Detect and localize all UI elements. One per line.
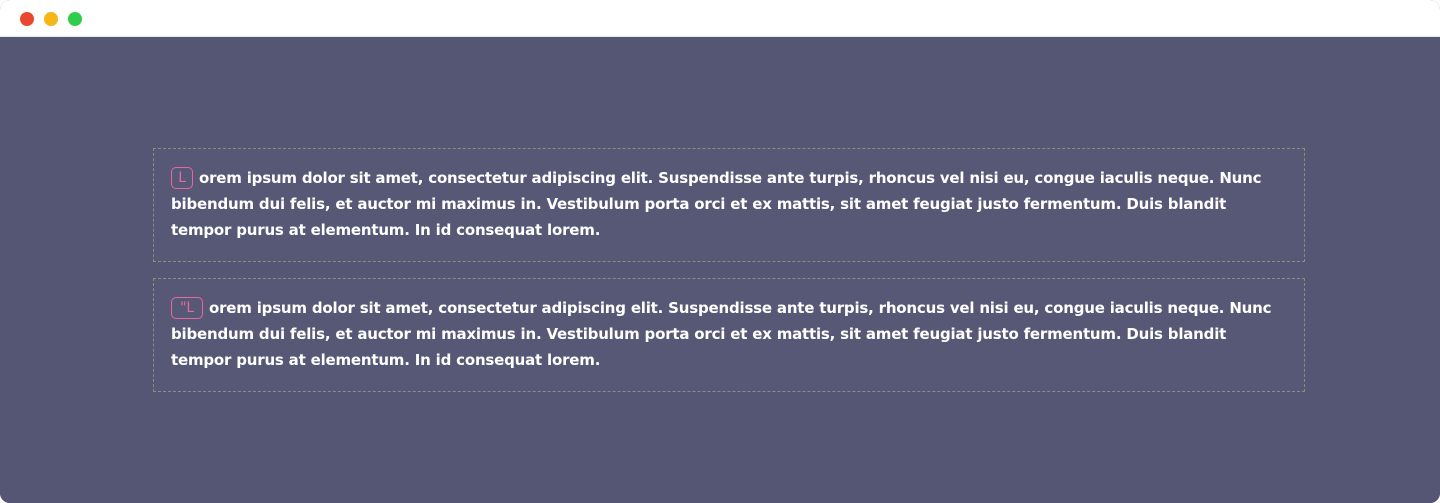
text-box-dropcap: Lorem ipsum dolor sit amet, consectetur … <box>153 148 1305 262</box>
paragraph-text: orem ipsum dolor sit amet, consectetur a… <box>171 169 1262 239</box>
paragraph-text: orem ipsum dolor sit amet, consectetur a… <box>171 299 1272 369</box>
window-titlebar <box>0 0 1440 37</box>
page-content: Lorem ipsum dolor sit amet, consectetur … <box>0 37 1440 503</box>
drop-cap-badge: "L <box>171 297 203 319</box>
zoom-button[interactable] <box>68 12 82 26</box>
paragraph: Lorem ipsum dolor sit amet, consectetur … <box>171 165 1287 243</box>
minimize-button[interactable] <box>44 12 58 26</box>
close-button[interactable] <box>20 12 34 26</box>
paragraph: "L orem ipsum dolor sit amet, consectetur… <box>171 295 1287 373</box>
browser-window: Lorem ipsum dolor sit amet, consectetur … <box>0 0 1440 503</box>
drop-cap-badge: L <box>171 167 193 189</box>
text-box-quote-dropcap: "L orem ipsum dolor sit amet, consectetur… <box>153 278 1305 392</box>
